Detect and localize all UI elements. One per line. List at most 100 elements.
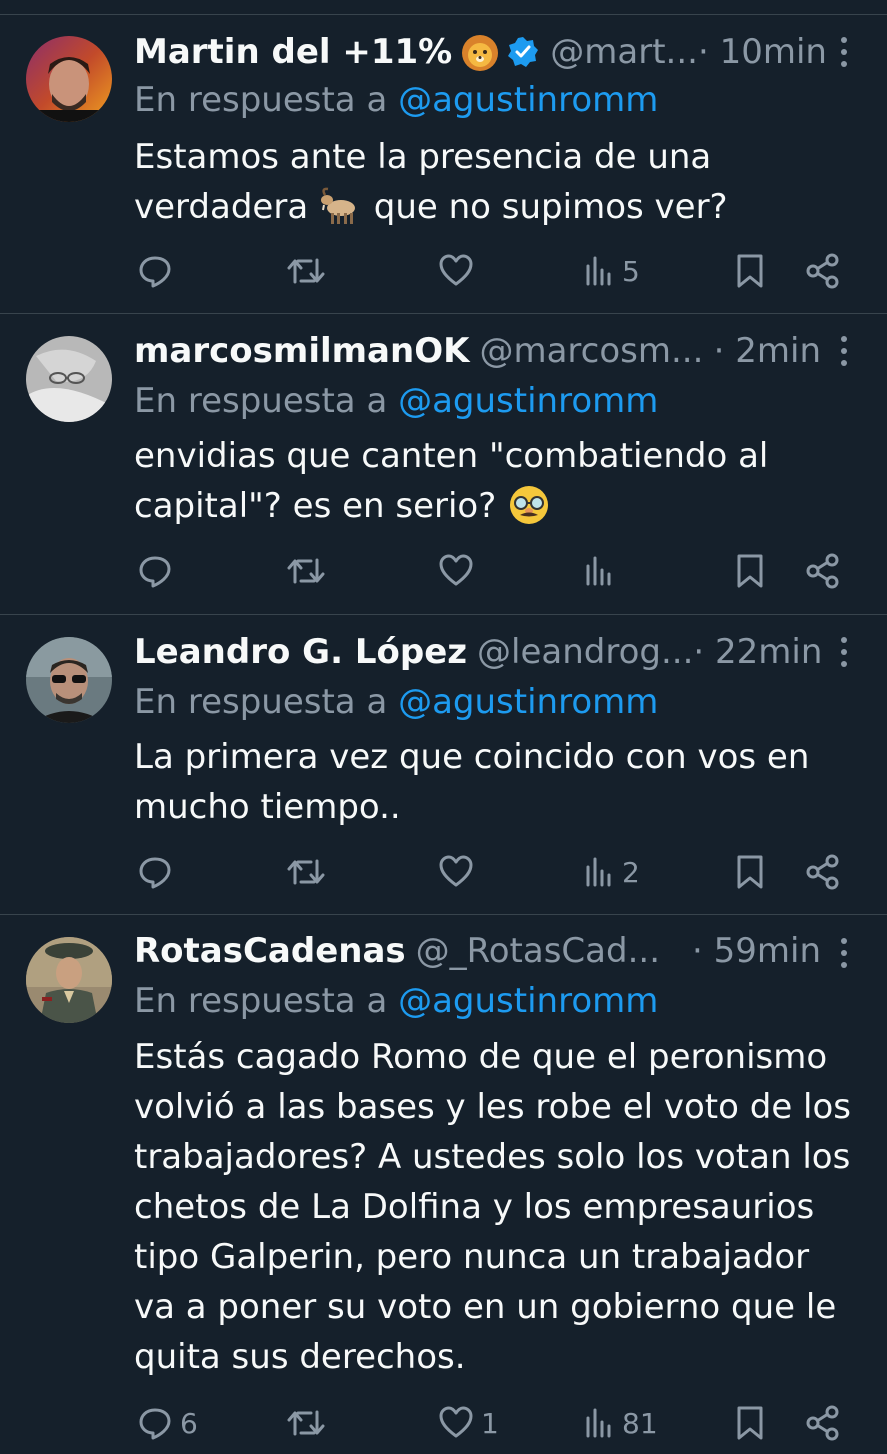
views-count: 81 xyxy=(622,1406,658,1440)
reply-icon xyxy=(139,857,171,889)
views-button[interactable]: 5 xyxy=(584,247,640,295)
reply-context: En respuesta a @agustinromm xyxy=(134,77,658,123)
more-icon[interactable] xyxy=(837,938,851,968)
share-button[interactable] xyxy=(805,547,841,595)
like-icon xyxy=(439,254,473,286)
bookmark-icon xyxy=(737,254,763,288)
reply-button[interactable] xyxy=(136,247,180,295)
share-icon xyxy=(806,553,839,589)
like-icon xyxy=(439,855,473,887)
reply-prefix: En respuesta a xyxy=(134,80,399,120)
views-icon xyxy=(586,1408,611,1438)
handle[interactable]: @marcosm... xyxy=(479,328,703,374)
reply-mention[interactable]: @agustinromm xyxy=(398,682,658,722)
tweet-text-part: que no supimos ver? xyxy=(362,187,728,227)
timestamp[interactable]: · 59min xyxy=(692,928,821,974)
avatar[interactable] xyxy=(26,637,112,723)
like-icon xyxy=(439,1406,473,1438)
like-count: 1 xyxy=(481,1406,499,1440)
tweet-text: envidias que canten "combatiendo al capi… xyxy=(134,431,854,539)
timestamp[interactable]: · 22min xyxy=(693,629,822,675)
more-icon[interactable] xyxy=(837,637,851,667)
timestamp[interactable]: · 2min xyxy=(714,328,821,374)
retweet-button[interactable] xyxy=(286,848,332,896)
tweet-4[interactable]: RotasCadenas @_RotasCad... · 59min En re… xyxy=(0,915,887,1454)
bookmark-icon xyxy=(737,1406,763,1440)
views-icon xyxy=(586,857,611,887)
like-button[interactable] xyxy=(437,848,481,896)
tweet-1[interactable]: Martin del +11% @mart... · 10min En resp… xyxy=(0,15,887,314)
display-name[interactable]: marcosmilmanOK xyxy=(134,328,469,374)
retweet-icon xyxy=(287,258,325,284)
bookmark-button[interactable] xyxy=(734,547,766,595)
tweet-text-part: La primera vez que coincido con vos en m… xyxy=(134,737,810,827)
tweet-text: Estamos ante la presencia de una verdade… xyxy=(134,132,854,240)
reply-context: En respuesta a @agustinromm xyxy=(134,978,658,1024)
bookmark-icon xyxy=(737,855,763,889)
views-button[interactable]: 2 xyxy=(584,848,640,896)
avatar[interactable] xyxy=(26,36,112,122)
avatar[interactable] xyxy=(26,336,112,422)
views-icon xyxy=(586,256,611,286)
share-button[interactable] xyxy=(805,848,841,896)
views-button[interactable] xyxy=(584,547,622,595)
reply-icon xyxy=(139,556,171,588)
reply-button[interactable] xyxy=(136,848,180,896)
share-icon xyxy=(806,253,839,289)
display-name[interactable]: Martin del +11% xyxy=(134,29,452,75)
display-name[interactable]: Leandro G. López xyxy=(134,629,467,675)
share-button[interactable] xyxy=(805,1399,841,1447)
reply-context: En respuesta a @agustinromm xyxy=(134,679,658,725)
reply-mention[interactable]: @agustinromm xyxy=(398,381,658,421)
handle[interactable]: @leandrog... xyxy=(477,629,693,675)
like-icon xyxy=(439,554,473,586)
handle[interactable]: @mart... xyxy=(550,29,698,75)
action-bar: 6 1 81 xyxy=(0,1399,887,1447)
share-icon xyxy=(806,1405,839,1441)
retweet-icon xyxy=(287,558,325,584)
reply-icon xyxy=(139,256,171,288)
display-name[interactable]: RotasCadenas xyxy=(134,928,406,974)
bookmark-button[interactable] xyxy=(734,1399,766,1447)
timestamp[interactable]: · 10min xyxy=(698,29,827,75)
tweet-text: La primera vez que coincido con vos en m… xyxy=(134,732,854,832)
tweet-3[interactable]: Leandro G. López @leandrog... · 22min En… xyxy=(0,615,887,915)
share-icon xyxy=(806,854,839,890)
tweet-text-part: envidias que canten "combatiendo al capi… xyxy=(134,436,769,526)
views-count: 5 xyxy=(622,254,640,288)
like-button[interactable] xyxy=(437,247,481,295)
bookmark-button[interactable] xyxy=(734,848,766,896)
reply-button[interactable] xyxy=(136,547,180,595)
tweet-text-part: Estás cagado Romo de que el peronismo vo… xyxy=(134,1037,852,1377)
retweet-icon xyxy=(287,1410,325,1436)
reply-mention[interactable]: @agustinromm xyxy=(398,80,658,120)
reply-button[interactable]: 6 xyxy=(136,1399,198,1447)
action-bar xyxy=(0,547,887,595)
like-button[interactable]: 1 xyxy=(437,1399,499,1447)
lion-face-icon xyxy=(460,32,500,72)
retweet-button[interactable] xyxy=(286,1399,332,1447)
retweet-button[interactable] xyxy=(286,247,332,295)
tweet-2[interactable]: marcosmilmanOK @marcosm... · 2min En res… xyxy=(0,314,887,615)
views-count: 2 xyxy=(622,855,640,889)
tweet-text: Estás cagado Romo de que el peronismo vo… xyxy=(134,1032,854,1382)
top-divider xyxy=(0,0,887,15)
action-bar: 5 xyxy=(0,247,887,295)
reply-prefix: En respuesta a xyxy=(134,381,399,421)
share-button[interactable] xyxy=(805,247,841,295)
bookmark-button[interactable] xyxy=(734,247,766,295)
reply-mention[interactable]: @agustinromm xyxy=(398,981,658,1021)
more-icon[interactable] xyxy=(837,336,851,366)
action-bar: 2 xyxy=(0,848,887,896)
views-button[interactable]: 81 xyxy=(584,1399,658,1447)
reply-count: 6 xyxy=(180,1406,198,1440)
goat-icon xyxy=(319,186,363,240)
bookmark-icon xyxy=(737,554,763,588)
more-icon[interactable] xyxy=(837,37,851,67)
views-icon xyxy=(586,556,611,586)
retweet-button[interactable] xyxy=(286,547,332,595)
avatar[interactable] xyxy=(26,937,112,1023)
reply-icon xyxy=(139,1408,171,1440)
like-button[interactable] xyxy=(437,547,481,595)
handle[interactable]: @_RotasCad... xyxy=(416,928,660,974)
